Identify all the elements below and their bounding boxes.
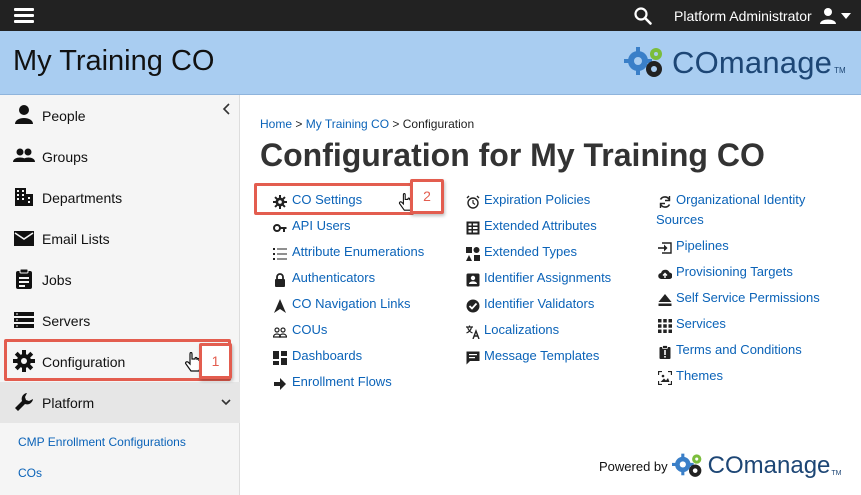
navigation-arrow-icon [274,299,286,313]
chevron-down-icon [221,399,231,406]
building-icon [15,188,33,206]
sidebar-item-label: Groups [42,148,88,165]
menu-icon[interactable] [14,8,34,23]
link-enrollment-flows[interactable]: Enrollment Flows [292,372,392,392]
sidebar-item-email-lists[interactable]: Email Lists [0,218,240,259]
login-arrow-icon [658,242,672,254]
sidebar-item-jobs[interactable]: Jobs [0,259,240,300]
breadcrumb-separator: > [389,117,403,131]
chevron-down-icon [840,13,851,19]
powered-by-text: Powered by [599,458,668,474]
users-outline-icon [273,327,287,338]
alarm-clock-icon [466,195,480,209]
logo-trademark: TM [831,470,842,477]
lock-icon [275,273,285,287]
link-identifier-assignments[interactable]: Identifier Assignments [484,268,611,288]
clipboard-alert-icon [659,345,671,359]
table-grid-icon [466,221,480,235]
comanage-logo-icon [671,453,702,477]
theme-frame-icon [658,371,672,385]
message-icon [466,351,480,365]
link-pipelines[interactable]: Pipelines [676,236,729,256]
id-badge-icon [466,273,480,287]
breadcrumb-current: Configuration [402,117,475,131]
step-badge-2: 2 [410,179,444,214]
person-icon [15,105,33,124]
link-message-templates[interactable]: Message Templates [484,346,599,366]
sidebar-item-label: Email Lists [42,230,110,247]
link-expiration-policies[interactable]: Expiration Policies [484,190,590,210]
check-circle-icon [466,299,480,313]
cloud-upload-icon [658,269,672,280]
highlight-co-settings [254,183,414,215]
logo-wordmark: COmanage [707,452,831,479]
groups-icon [13,148,35,162]
step-badge-1: 1 [199,343,232,379]
logo-wordmark: COmanage [672,45,833,80]
link-services[interactable]: Services [676,314,726,334]
link-extended-attributes[interactable]: Extended Attributes [484,216,597,236]
comanage-logo: COmanage TM [624,45,846,81]
sidebar-item-label: Servers [42,312,91,329]
translate-icon [466,325,480,339]
sidebar: People Groups Departments Email Lists Jo… [0,95,240,495]
user-icon [819,8,836,24]
link-extended-types[interactable]: Extended Types [484,242,577,262]
user-menu[interactable]: Platform Administrator [674,7,851,25]
shapes-icon [466,247,480,261]
link-authenticators[interactable]: Authenticators [292,268,375,288]
sidebar-item-servers[interactable]: Servers [0,300,240,341]
sidebar-sub-link-cmp-enrollment[interactable]: CMP Enrollment Configurations [18,435,186,449]
sidebar-item-label: Jobs [42,271,72,288]
link-identifier-validators[interactable]: Identifier Validators [484,294,594,314]
link-dashboards[interactable]: Dashboards [292,346,362,366]
search-icon[interactable] [633,6,653,26]
wrench-icon [15,393,33,411]
link-co-navigation-links[interactable]: CO Navigation Links [292,294,411,314]
sidebar-item-platform[interactable]: Platform [0,382,240,423]
breadcrumb: Home > My Training CO > Configuration [260,117,474,131]
key-icon [273,224,287,232]
sidebar-item-label: People [42,107,86,124]
link-terms-and-conditions[interactable]: Terms and Conditions [676,340,802,360]
sidebar-item-label: Departments [42,189,123,206]
sidebar-item-people[interactable]: People [0,95,240,136]
link-attribute-enumerations[interactable]: Attribute Enumerations [292,242,424,262]
clipboard-icon [16,268,32,289]
link-organizational-identity-sources[interactable]: Organizational Identity Sources [656,190,836,230]
user-name: Platform Administrator [674,8,812,24]
arrow-right-icon [274,378,286,390]
co-banner: My Training CO COmanage TM [0,31,861,95]
link-cous[interactable]: COUs [292,320,327,340]
breadcrumb-co[interactable]: My Training CO [306,117,389,131]
link-self-service-permissions[interactable]: Self Service Permissions [676,288,820,308]
powered-by-footer: Powered by COmanage TM [599,452,842,480]
dashboard-icon [273,351,287,365]
sidebar-item-label: Platform [42,394,95,411]
breadcrumb-home[interactable]: Home [260,117,292,131]
breadcrumb-separator: > [292,117,306,131]
apps-grid-icon [658,319,672,333]
logo-trademark: TM [834,66,846,75]
co-name: My Training CO [13,45,215,77]
eject-icon [658,294,672,306]
link-api-users[interactable]: API Users [292,216,351,236]
list-icon [273,248,287,260]
link-provisioning-targets[interactable]: Provisioning Targets [676,262,793,282]
sidebar-item-groups[interactable]: Groups [0,136,240,177]
comanage-logo-icon [624,47,662,77]
servers-icon [14,312,34,328]
top-bar: Platform Administrator [0,0,861,31]
sidebar-item-departments[interactable]: Departments [0,177,240,218]
page-title: Configuration for My Training CO [260,137,765,173]
envelope-icon [14,231,34,246]
link-themes[interactable]: Themes [676,366,723,386]
link-localizations[interactable]: Localizations [484,320,559,340]
sidebar-sub-link-cos[interactable]: COs [18,466,42,480]
